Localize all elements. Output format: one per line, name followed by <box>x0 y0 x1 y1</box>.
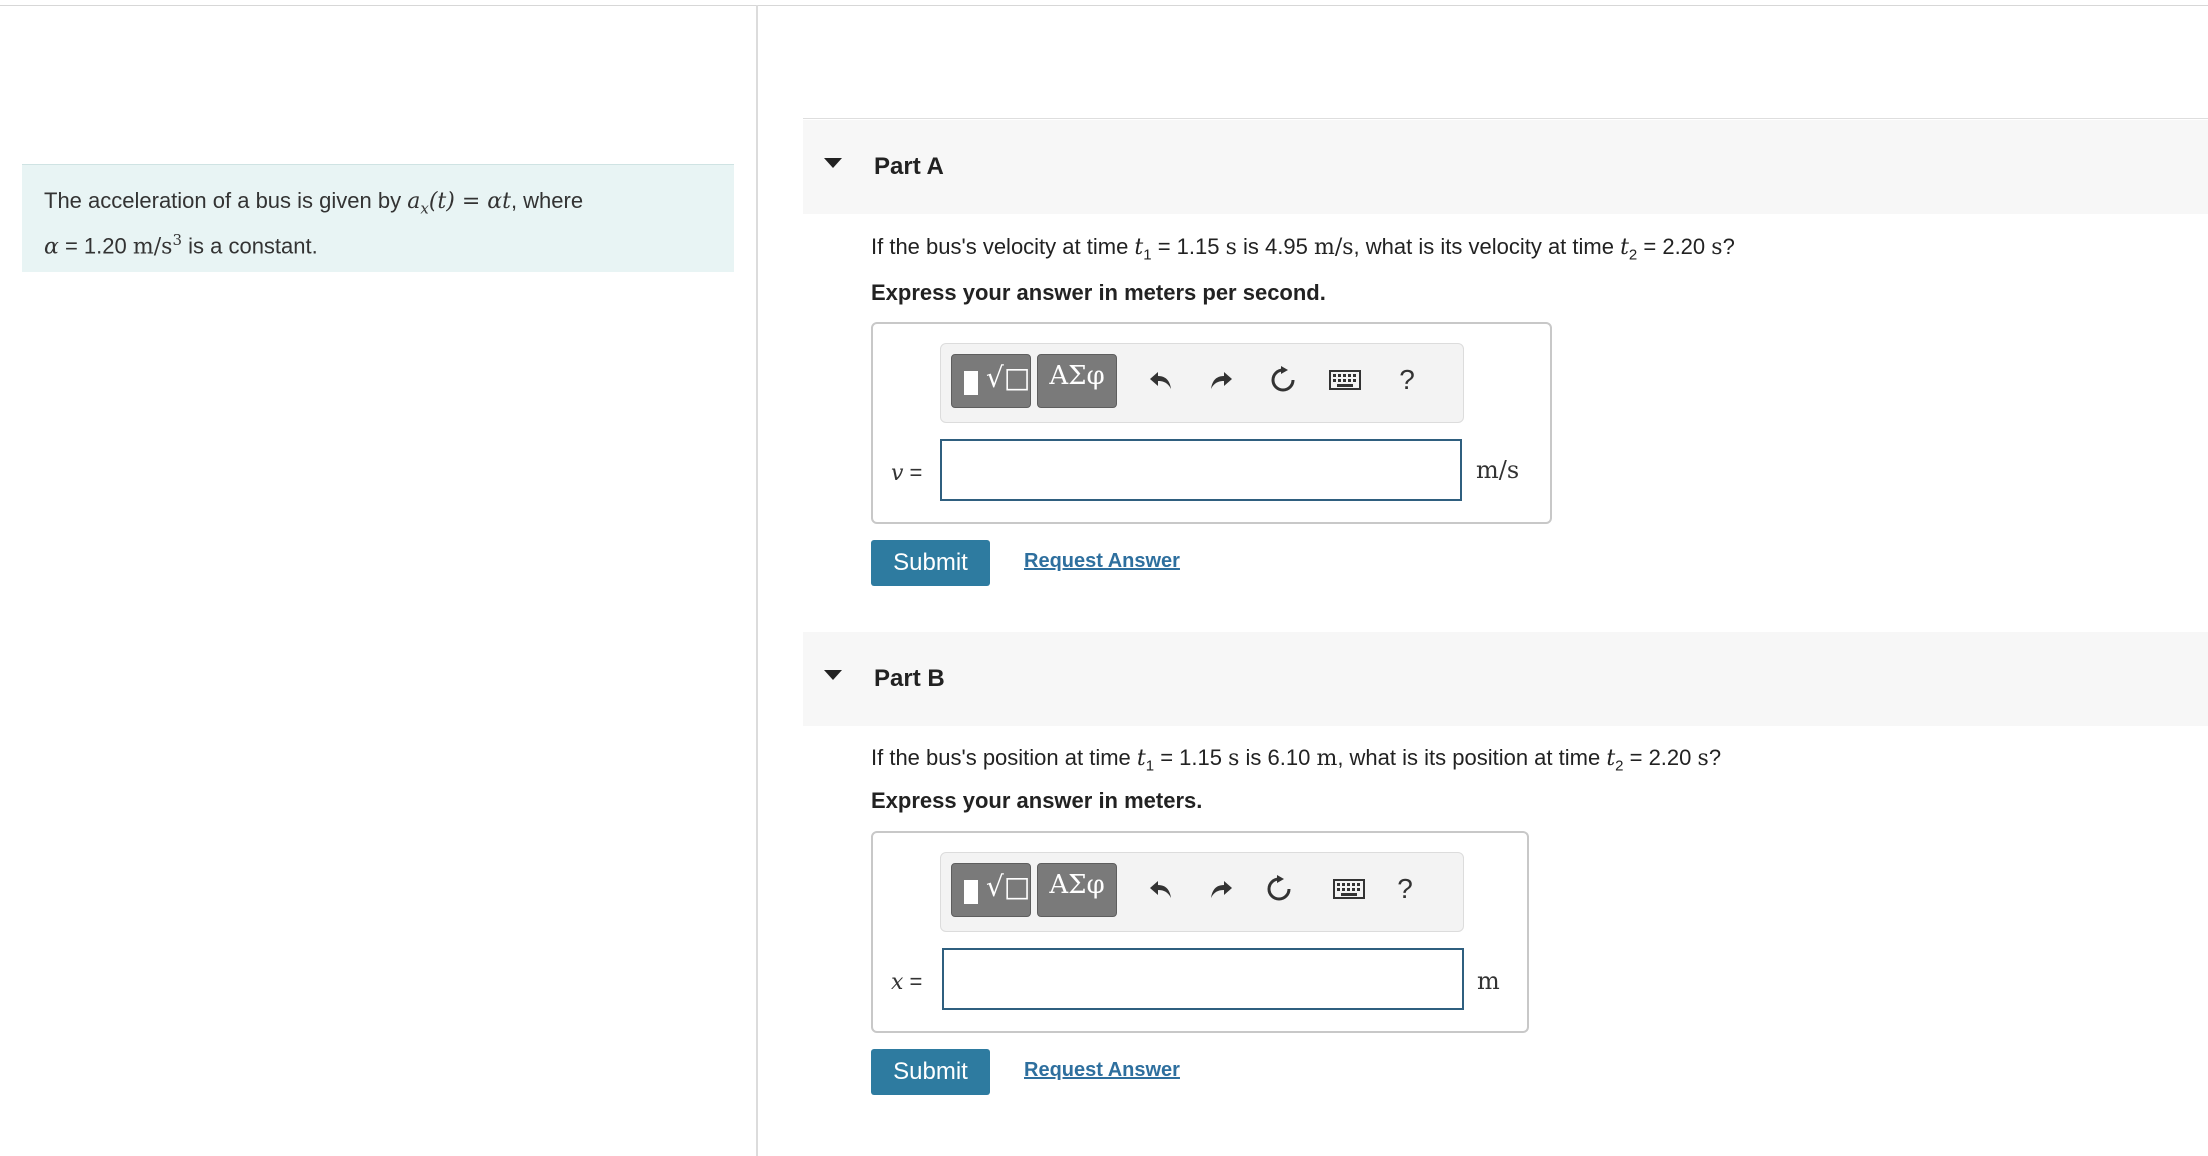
t2-sub: 2 <box>1628 246 1638 264</box>
unit-velocity: m/s <box>1313 235 1354 260</box>
variable-symbol: x <box>891 970 904 995</box>
t1-symbol: t <box>1134 235 1144 260</box>
alpha-eq: = 1.20 <box>58 233 133 259</box>
formula-rhs: (t) = αt <box>428 189 511 214</box>
part-b-answer-panel: √□ ΑΣφ ? x = m <box>871 831 1529 1033</box>
help-icon[interactable]: ? <box>1385 869 1425 909</box>
question-text: is 6.10 <box>1239 745 1317 770</box>
question-text: = 2.20 <box>1637 234 1712 259</box>
answer-unit: m <box>1477 967 1500 995</box>
part-a-question: If the bus's velocity at time t1 = 1.15 … <box>871 234 1735 263</box>
templates-icon[interactable]: √□ <box>951 354 1031 408</box>
t2-sub: 2 <box>1615 757 1624 775</box>
greek-letters-icon[interactable]: ΑΣφ <box>1037 354 1117 408</box>
position-answer-input[interactable] <box>942 948 1464 1010</box>
question-text: ? <box>1708 745 1722 770</box>
unit-s: s <box>1228 746 1240 771</box>
submit-button[interactable]: Submit <box>871 540 990 586</box>
keyboard-icon[interactable] <box>1325 360 1365 400</box>
t1-sub: 1 <box>1143 246 1152 264</box>
greek-letters-icon[interactable]: ΑΣφ <box>1037 863 1117 917</box>
question-text: , what is its position at time <box>1337 745 1607 770</box>
t1-sub: 1 <box>1145 757 1155 775</box>
part-b-header[interactable]: Part B <box>803 632 2208 726</box>
top-rule <box>0 5 2208 6</box>
request-answer-link[interactable]: Request Answer <box>1024 1059 1180 1082</box>
problem-statement: The acceleration of a bus is given by ax… <box>22 164 734 272</box>
column-divider <box>756 5 758 1156</box>
unit-s: s <box>1711 235 1723 260</box>
variable-label: x = <box>891 969 922 995</box>
answer-unit: m/s <box>1476 456 1520 484</box>
part-b-instruction: Express your answer in meters. <box>871 788 1203 813</box>
formula-ax: a <box>407 189 421 214</box>
part-a-instruction: Express your answer in meters per second… <box>871 280 1326 305</box>
unit-meters: m <box>1316 746 1338 771</box>
velocity-answer-input[interactable] <box>940 439 1462 501</box>
alpha-suffix: is a constant. <box>182 233 318 259</box>
part-a-header[interactable]: Part A <box>803 120 2208 214</box>
t2-symbol: t <box>1620 235 1629 260</box>
redo-icon[interactable] <box>1201 360 1241 400</box>
equals-sign: = <box>903 460 923 485</box>
request-answer-link[interactable]: Request Answer <box>1024 550 1180 573</box>
variable-symbol: v <box>891 461 904 486</box>
problem-intro-suffix: , where <box>510 188 584 213</box>
problem-intro: The acceleration of a bus is given by <box>44 188 408 213</box>
redo-icon[interactable] <box>1201 869 1241 909</box>
part-b-question: If the bus's position at time t1 = 1.15 … <box>871 745 1721 774</box>
question-text: If the bus's position at time <box>871 745 1137 770</box>
collapse-caret-icon[interactable] <box>824 158 842 168</box>
unit-s: s <box>1225 235 1237 260</box>
t2-symbol: t <box>1606 746 1616 771</box>
keyboard-icon[interactable] <box>1329 869 1369 909</box>
reset-icon[interactable] <box>1259 869 1299 909</box>
templates-icon[interactable]: √□ <box>951 863 1031 917</box>
question-text: = 2.20 <box>1623 745 1698 770</box>
math-toolbar: √□ ΑΣφ ? <box>940 852 1464 932</box>
submit-button[interactable]: Submit <box>871 1049 990 1095</box>
question-text: ? <box>1722 234 1735 259</box>
t1-symbol: t <box>1136 746 1146 771</box>
undo-icon[interactable] <box>1141 360 1181 400</box>
alpha-unit: m/s <box>132 234 173 260</box>
unit-s: s <box>1697 746 1709 771</box>
alpha-unit-exp: 3 <box>172 231 182 250</box>
part-rule <box>803 118 2208 119</box>
question-text: = 1.15 <box>1151 234 1226 259</box>
part-a-title: Part A <box>874 153 944 180</box>
question-text: , what is its velocity at time <box>1353 234 1621 259</box>
part-a-answer-panel: √□ ΑΣφ ? v = m/s <box>871 322 1552 524</box>
question-text: = 1.15 <box>1154 745 1229 770</box>
question-text: is 4.95 <box>1236 234 1314 259</box>
math-toolbar: √□ ΑΣφ ? <box>940 343 1464 423</box>
collapse-caret-icon[interactable] <box>824 670 842 680</box>
formula-ax-sub: x <box>420 199 429 218</box>
alpha-symbol: α <box>44 234 59 260</box>
variable-label: v = <box>891 460 922 486</box>
reset-icon[interactable] <box>1263 360 1303 400</box>
question-text: If the bus's velocity at time <box>871 234 1135 259</box>
undo-icon[interactable] <box>1141 869 1181 909</box>
equals-sign: = <box>903 969 923 994</box>
part-b-title: Part B <box>874 665 945 692</box>
help-icon[interactable]: ? <box>1387 360 1427 400</box>
